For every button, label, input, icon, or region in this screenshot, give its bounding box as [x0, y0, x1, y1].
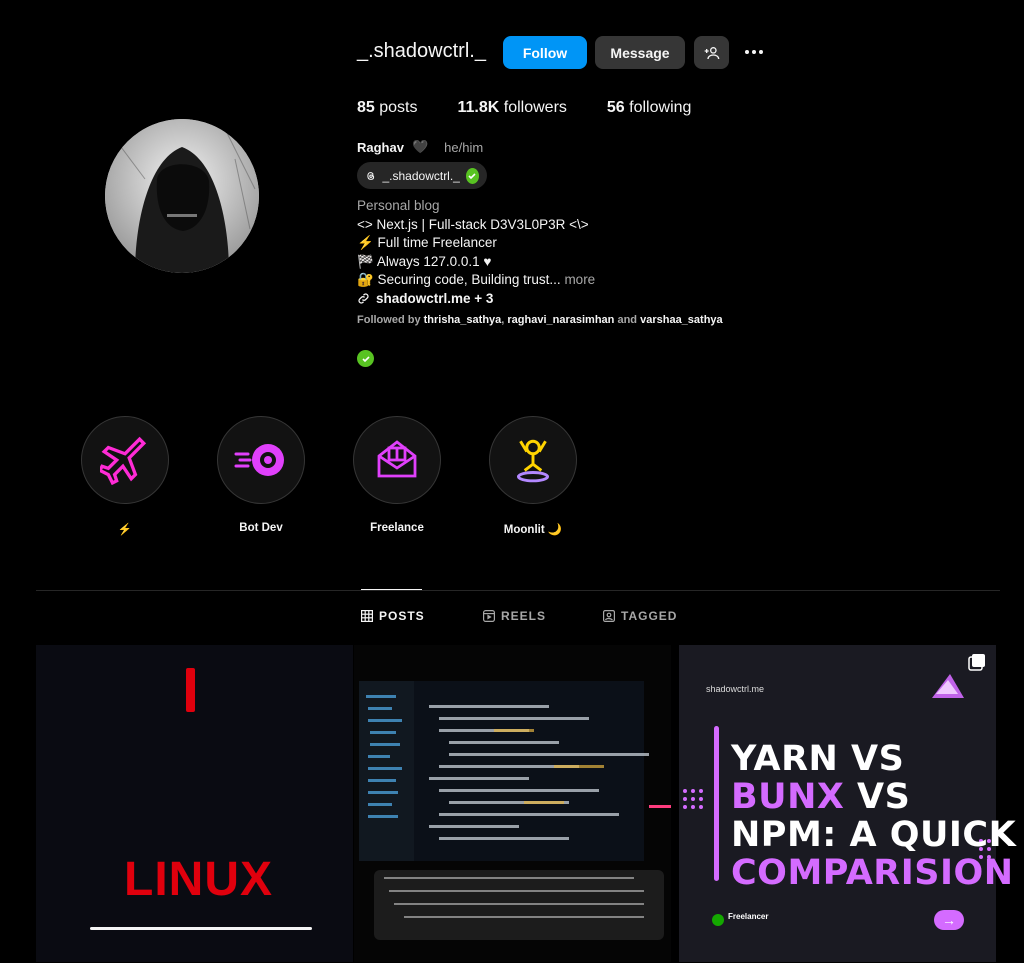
verified-status-icon [357, 350, 374, 369]
external-link[interactable]: shadowctrl.me + 3 [357, 290, 595, 309]
arrow-right-icon: → [934, 910, 964, 930]
highlight-cover [353, 416, 441, 504]
dot-icon [752, 50, 756, 54]
followed-by[interactable]: Followed by thrisha_sathya, raghavi_nara… [357, 314, 723, 326]
dot-icon [745, 50, 749, 54]
tab-reels[interactable]: REELS [483, 609, 546, 623]
more-options-button[interactable] [741, 40, 767, 64]
post-footer-label: Freelancer [728, 912, 769, 921]
following-stat[interactable]: 56 following [607, 99, 692, 117]
message-button[interactable]: Message [595, 36, 685, 69]
profile-stats: 85 posts 11.8K followers 56 following [357, 99, 691, 117]
airplane-icon [100, 436, 147, 485]
add-user-icon [704, 46, 719, 59]
verified-icon [465, 167, 479, 184]
highlight-item[interactable]: Moonlit 🌙 [489, 416, 577, 536]
linux-underline [90, 927, 312, 930]
followers-stat[interactable]: 11.8K followers [458, 99, 567, 117]
tagged-icon [603, 610, 615, 622]
heart-emoji: 🖤 [411, 139, 429, 154]
highlight-item[interactable]: Freelance [353, 416, 441, 534]
bio-line: 🔐 Securing code, Building trust... [357, 272, 561, 287]
post-code-laptop[interactable] [354, 645, 671, 962]
pronouns: he/him [444, 139, 484, 155]
post-linux-title: LINUX [124, 853, 273, 906]
threads-handle: _.shadowctrl._ [382, 168, 460, 183]
speed-target-icon [234, 444, 284, 476]
reels-icon [483, 610, 495, 622]
threads-icon [367, 171, 375, 180]
upwork-logo-icon [712, 913, 724, 931]
link-text: shadowctrl.me + 3 [376, 290, 494, 306]
profile-username: _.shadowctrl._ [357, 40, 486, 62]
highlight-label: ⚡ [117, 524, 133, 536]
accent-bar [714, 726, 719, 881]
bio-line-row: 🔐 Securing code, Building trust... more [357, 271, 595, 290]
highlight-cover [81, 416, 169, 504]
highlight-cover [489, 416, 577, 504]
dots-decoration-icon [682, 788, 708, 819]
highlight-label: Moonlit 🌙 [503, 524, 563, 536]
tab-posts[interactable]: POSTS [361, 609, 425, 623]
threads-badge[interactable]: _.shadowctrl._ [357, 162, 487, 189]
bio: Personal blog <> Next.js | Full-stack D3… [357, 197, 595, 308]
bio-line: ⚡ Full time Freelancer [357, 235, 497, 250]
display-name: Raghav [357, 139, 404, 155]
link-icon [358, 293, 369, 304]
hooded-figure-icon [105, 119, 259, 273]
bio-line: <> Next.js | Full-stack D3V3L0P3R <\> [357, 216, 589, 232]
follow-button[interactable]: Follow [503, 36, 587, 69]
wings-icon [930, 672, 966, 705]
post-site-label: shadowctrl.me [706, 684, 765, 694]
avatar[interactable] [105, 119, 259, 273]
highlight-item[interactable]: ⚡ [81, 416, 169, 536]
category-label: Personal blog [357, 198, 440, 213]
tabs-divider [36, 590, 1000, 591]
grid-icon [361, 610, 373, 622]
dot-icon [759, 50, 763, 54]
highlight-label: Bot Dev [239, 522, 283, 534]
linux-cursor-bar [186, 668, 195, 712]
post-yarn-title: YARN VS BUNX VS NPM: A QUICK COMPARISION [731, 739, 1017, 893]
highlight-label: Freelance [370, 522, 424, 534]
gift-envelope-icon [377, 440, 417, 478]
posts-stat: 85 posts [357, 99, 418, 116]
active-tab-indicator [361, 589, 422, 590]
name-row: Raghav 🖤 he/him [357, 139, 483, 155]
carousel-icon [968, 653, 986, 676]
suggest-user-button[interactable] [694, 36, 729, 69]
bio-line: 🏁 Always 127.0.0.1 ♥ [357, 253, 492, 269]
tab-tagged[interactable]: TAGGED [603, 609, 677, 623]
more-link[interactable]: more [564, 272, 595, 287]
dj-icon [516, 439, 550, 483]
laptop-code-image [354, 645, 671, 962]
highlight-cover [217, 416, 305, 504]
highlight-item[interactable]: Bot Dev [217, 416, 305, 534]
